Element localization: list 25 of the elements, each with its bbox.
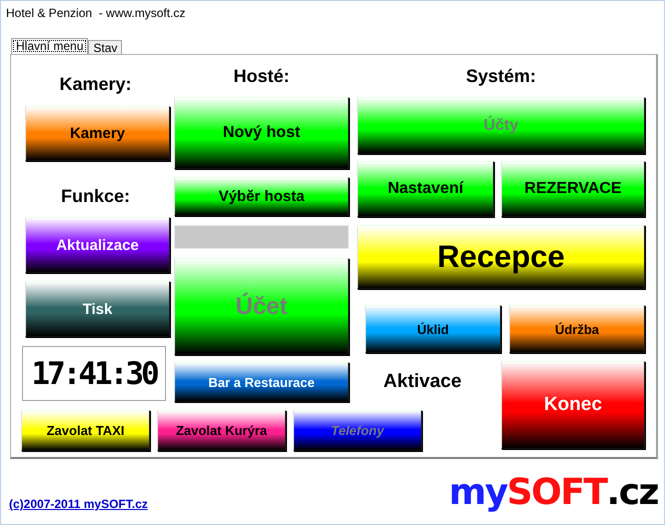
menu-button[interactable]: Tisk <box>25 281 170 337</box>
tab[interactable]: Hlavní menu <box>11 38 88 54</box>
activation-label: Aktivace <box>382 370 463 394</box>
menu-button[interactable]: Kamery <box>25 106 170 161</box>
menu-button[interactable]: Zavolat Kurýra <box>157 410 286 451</box>
menu-button[interactable]: REZERVACE <box>501 161 645 217</box>
logo: mySOFT.cz <box>448 473 658 513</box>
menu-button[interactable]: Úklid <box>365 305 501 353</box>
menu-button[interactable]: Recepce <box>357 225 645 289</box>
section-heading: Kamery: <box>58 73 133 96</box>
menu-button[interactable]: Nový host <box>174 97 349 169</box>
copyright-link[interactable]: (c)2007-2011 mySOFT.cz <box>9 497 148 511</box>
tab[interactable]: Stav <box>88 40 122 54</box>
menu-button[interactable]: Nastavení <box>357 161 494 217</box>
menu-button[interactable]: Údržba <box>509 305 645 353</box>
menu-button[interactable]: Bar a Restaurace <box>174 362 349 402</box>
menu-button[interactable]: Zavolat TAXI <box>21 410 150 451</box>
menu-button[interactable]: Konec <box>501 361 645 449</box>
section-heading: Hosté: <box>232 65 290 88</box>
window-title: Hotel & Penzion - www.mysoft.cz <box>6 6 186 22</box>
section-heading: Funkce: <box>60 185 131 208</box>
menu-button[interactable]: Výběr hosta <box>174 177 349 216</box>
clock-time: 17:41:30 <box>31 356 157 392</box>
section-heading: Systém: <box>464 65 538 88</box>
menu-button[interactable]: Aktualizace <box>25 217 170 273</box>
